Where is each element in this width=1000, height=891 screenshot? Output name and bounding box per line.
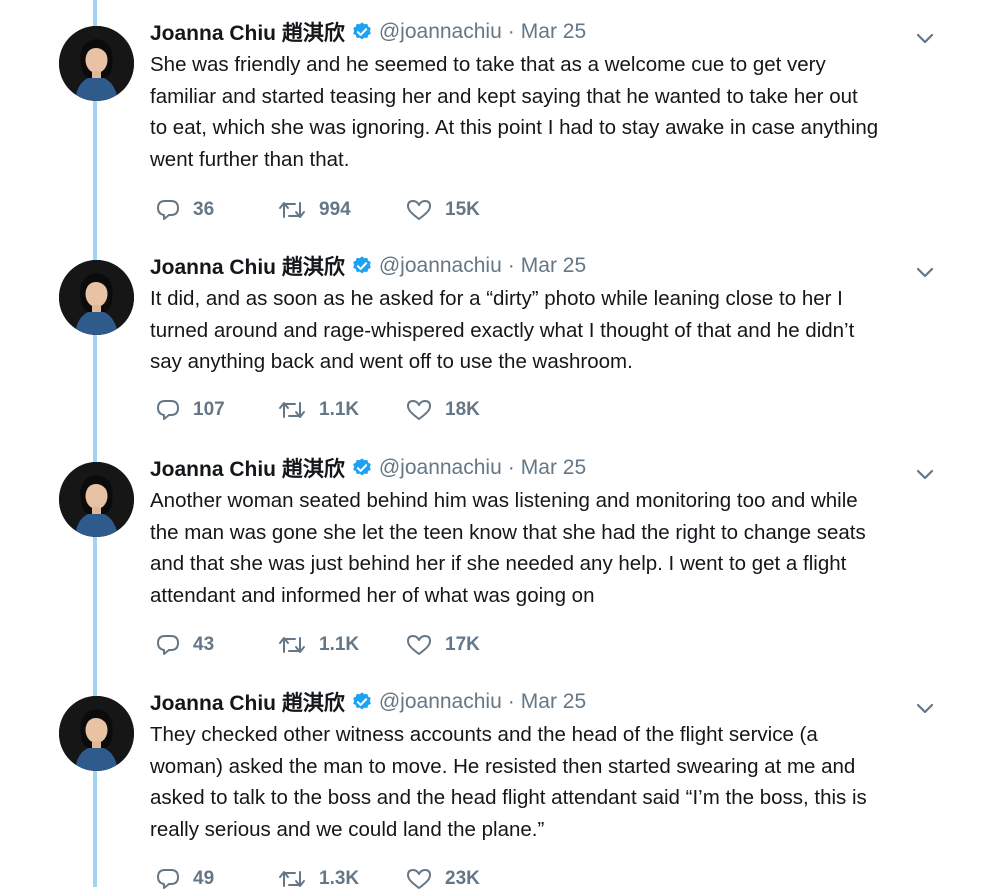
heart-icon [407, 869, 431, 889]
reply-button[interactable]: 49 [155, 867, 277, 891]
tweet-text-line: She was friendly and he seemed to take t… [150, 53, 826, 76]
retweet-button[interactable]: 1.1K [277, 399, 405, 421]
reply-icon [157, 400, 179, 420]
like-count: 15K [445, 199, 480, 220]
tweet-header: Joanna Chiu 趙淇欣 @joannachiu · Mar 25 [150, 18, 586, 46]
reply-button[interactable]: 36 [155, 198, 277, 222]
like-count: 18K [445, 399, 480, 420]
like-button[interactable]: 18K [405, 398, 480, 422]
tweet-text-line: attendant and informed her of what was g… [150, 583, 595, 607]
tweet-text-line: to eat, which she was ignoring. At this … [150, 116, 879, 139]
retweet-icon [279, 637, 305, 653]
separator-dot: · [507, 254, 515, 277]
tweet-text-line: turned around and rage-whispered exactly… [150, 318, 855, 342]
tweet-text-line: They checked other witness accounts and … [150, 723, 818, 746]
reply-button[interactable]: 43 [155, 633, 277, 657]
avatar[interactable] [59, 260, 134, 335]
tweet-actions: 107 1.1K 18K [155, 398, 480, 422]
avatar[interactable] [59, 462, 134, 537]
tweet-text-line: went further than that. [150, 147, 350, 171]
tweet-actions: 49 1.3K 23K [155, 867, 480, 891]
tweet[interactable]: Joanna Chiu 趙淇欣 @joannachiu · Mar 25 The… [0, 678, 1000, 889]
reply-icon [157, 869, 179, 889]
author-name[interactable]: Joanna Chiu 趙淇欣 [150, 687, 345, 717]
like-button[interactable]: 17K [405, 633, 480, 657]
chevron-down-icon[interactable] [914, 466, 936, 484]
author-name[interactable]: Joanna Chiu 趙淇欣 [150, 17, 345, 47]
like-button[interactable]: 23K [405, 867, 480, 891]
tweet-header: Joanna Chiu 趙淇欣 @joannachiu · Mar 25 [150, 454, 586, 482]
retweet-icon [279, 402, 305, 418]
verified-badge-icon [351, 21, 373, 43]
verified-badge-icon [351, 457, 373, 479]
retweet-count: 994 [319, 199, 351, 220]
reply-icon [157, 200, 179, 220]
like-count: 17K [445, 634, 480, 655]
tweet-header: Joanna Chiu 趙淇欣 @joannachiu · Mar 25 [150, 688, 586, 716]
tweet[interactable]: Joanna Chiu 趙淇欣 @joannachiu · Mar 25 It … [0, 242, 1000, 442]
reply-button[interactable]: 107 [155, 398, 277, 422]
tweet-text: It did, and as soon as he asked for a “d… [150, 283, 940, 378]
avatar[interactable] [59, 696, 134, 771]
tweet-text-line: and that she was just behind her if she … [150, 552, 847, 575]
chevron-down-icon[interactable] [914, 700, 936, 718]
tweet-date[interactable]: Mar 25 [521, 254, 586, 278]
retweet-button[interactable]: 1.1K [277, 634, 405, 656]
heart-icon [407, 200, 431, 220]
retweet-icon [279, 202, 305, 218]
tweet-text-line: really serious and we could land the pla… [150, 817, 545, 841]
author-name[interactable]: Joanna Chiu 趙淇欣 [150, 453, 345, 483]
tweet-text-line: It did, and as soon as he asked for a “d… [150, 287, 843, 310]
tweet-actions: 43 1.1K 17K [155, 633, 480, 657]
tweet-text-line: familiar and started teasing her and kep… [150, 84, 858, 108]
reply-icon [157, 635, 179, 655]
avatar[interactable] [59, 26, 134, 101]
tweet-actions: 36 994 15K [155, 198, 480, 222]
like-button[interactable]: 15K [405, 198, 480, 222]
tweet-date[interactable]: Mar 25 [521, 20, 586, 44]
tweet[interactable]: Joanna Chiu 趙淇欣 @joannachiu · Mar 25 Ano… [0, 444, 1000, 674]
tweet-date[interactable]: Mar 25 [521, 456, 586, 480]
tweet-text: Another woman seated behind him was list… [150, 485, 940, 611]
separator-dot: · [507, 690, 515, 713]
heart-icon [407, 635, 431, 655]
author-handle[interactable]: @joannachiu [379, 20, 502, 44]
tweet-text-line: asked to talk to the boss and the head f… [150, 786, 867, 809]
heart-icon [407, 400, 431, 420]
separator-dot: · [507, 20, 515, 43]
separator-dot: · [507, 456, 515, 479]
verified-badge-icon [351, 255, 373, 277]
tweet-text: She was friendly and he seemed to take t… [150, 49, 940, 175]
chevron-down-icon[interactable] [914, 30, 936, 48]
tweet-text-line: the man was gone she let the teen know t… [150, 520, 866, 544]
tweet-text: They checked other witness accounts and … [150, 719, 940, 845]
author-name[interactable]: Joanna Chiu 趙淇欣 [150, 251, 345, 281]
tweet-header: Joanna Chiu 趙淇欣 @joannachiu · Mar 25 [150, 252, 586, 280]
tweet-date[interactable]: Mar 25 [521, 690, 586, 714]
tweet-text-line: woman) asked the man to move. He resiste… [150, 754, 856, 778]
reply-count: 43 [193, 634, 215, 655]
retweet-button[interactable]: 994 [277, 199, 405, 221]
reply-count: 107 [193, 399, 225, 420]
retweet-count: 1.1K [319, 634, 360, 655]
verified-badge-icon [351, 691, 373, 713]
retweet-count: 1.1K [319, 399, 360, 420]
tweet-text-line: Another woman seated behind him was list… [150, 489, 858, 512]
chevron-down-icon[interactable] [914, 264, 936, 282]
author-handle[interactable]: @joannachiu [379, 456, 502, 480]
author-handle[interactable]: @joannachiu [379, 690, 502, 714]
tweet-text-line: say anything back and went off to use th… [150, 350, 633, 373]
tweet[interactable]: Joanna Chiu 趙淇欣 @joannachiu · Mar 25 She… [0, 8, 1000, 238]
reply-count: 36 [193, 199, 215, 220]
author-handle[interactable]: @joannachiu [379, 254, 502, 278]
